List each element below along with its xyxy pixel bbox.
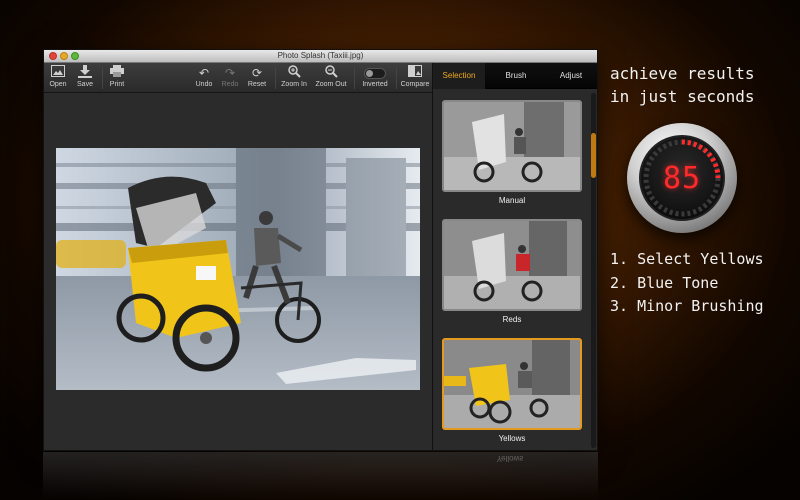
tab-brush[interactable]: Brush — [490, 63, 542, 89]
preset-yellows[interactable]: Yellows — [442, 338, 582, 443]
promo-steps: 1. Select Yellows 2. Blue Tone 3. Minor … — [610, 248, 764, 319]
redo-icon: ↷ — [224, 66, 236, 80]
inverted-label: Inverted — [362, 81, 388, 88]
zoom-out-label: Zoom Out — [315, 81, 347, 88]
toolbar-divider — [396, 67, 397, 89]
preset-thumbnail — [442, 100, 582, 192]
inverted-toggle[interactable]: Inverted — [358, 65, 392, 91]
headline-line-1: achieve results — [610, 64, 755, 83]
preset-thumbnail — [442, 219, 582, 311]
tab-selection[interactable]: Selection — [433, 63, 485, 89]
zoom-in-button[interactable]: Zoom In — [278, 65, 310, 91]
right-panel: Selection Brush Adjust Manual Reds Yello… — [432, 63, 597, 450]
toolbar-divider — [275, 67, 276, 89]
window-title: Photo Splash (Taxiii.jpg) — [277, 51, 364, 60]
step-3: 3. Minor Brushing — [610, 297, 764, 315]
toolbar-divider — [102, 67, 103, 89]
undo-button[interactable]: ↶ Undo — [192, 65, 216, 91]
reds-thumbnail-image — [444, 221, 580, 309]
print-button[interactable]: Print — [107, 65, 127, 91]
undo-icon: ↶ — [198, 66, 210, 80]
panel-scrollbar[interactable] — [591, 93, 596, 448]
refresh-icon: ⟳ — [251, 66, 263, 80]
canvas-area[interactable] — [44, 93, 432, 450]
headline-line-2: in just seconds — [610, 87, 755, 106]
timer-face: 85 — [639, 135, 725, 221]
tab-adjust[interactable]: Adjust — [545, 63, 597, 89]
step-1: 1. Select Yellows — [610, 250, 764, 268]
zoom-out-icon — [312, 65, 350, 81]
printer-icon — [107, 65, 127, 81]
redo-label: Redo — [221, 81, 239, 88]
compare-icon — [399, 65, 431, 81]
reflected-preset-label: Yellows — [496, 454, 524, 463]
toolbar: Open Save Print ↶ Undo ↷ Redo ⟳ Reset Zo… — [44, 63, 432, 93]
panel-tabs: Selection Brush Adjust — [433, 63, 597, 89]
open-button[interactable]: Open — [48, 65, 68, 91]
preset-thumbnail — [442, 338, 582, 430]
stopwatch-icon: 85 — [627, 123, 737, 233]
preset-reds[interactable]: Reds — [442, 219, 582, 324]
toolbar-divider — [354, 67, 355, 89]
manual-thumbnail-image — [444, 102, 580, 190]
preset-label: Yellows — [498, 434, 526, 443]
title-bar: Photo Splash (Taxiii.jpg) — [44, 50, 597, 63]
save-button[interactable]: Save — [74, 65, 96, 91]
toggle-switch[interactable] — [358, 65, 392, 81]
zoom-in-icon — [278, 65, 310, 81]
yellows-thumbnail-image — [444, 340, 580, 428]
edited-photo[interactable] — [56, 148, 420, 390]
reset-button[interactable]: ⟳ Reset — [245, 65, 269, 91]
print-label: Print — [109, 81, 125, 88]
timer-digits: 85 — [662, 161, 702, 196]
open-label: Open — [49, 81, 67, 88]
zoom-out-button[interactable]: Zoom Out — [312, 65, 350, 91]
download-icon — [74, 65, 96, 81]
save-label: Save — [77, 81, 93, 88]
app-window: Photo Splash (Taxiii.jpg) Open Save Prin… — [43, 49, 598, 451]
compare-label: Compare — [400, 81, 430, 88]
reset-label: Reset — [247, 81, 267, 88]
scrollbar-thumb[interactable] — [591, 133, 596, 178]
zoom-in-label: Zoom In — [281, 81, 307, 88]
preset-label: Manual — [498, 196, 526, 205]
promo-headline: achieve results in just seconds — [610, 62, 755, 108]
compare-button[interactable]: Compare — [399, 65, 431, 91]
image-icon — [48, 65, 68, 81]
redo-button[interactable]: ↷ Redo — [219, 65, 241, 91]
window-reflection: Yellows — [43, 452, 598, 500]
taxi-photo-illustration — [56, 148, 420, 390]
preset-label: Reds — [502, 315, 522, 324]
step-2: 2. Blue Tone — [610, 273, 719, 292]
undo-label: Undo — [195, 81, 213, 88]
preset-manual[interactable]: Manual — [442, 100, 582, 205]
